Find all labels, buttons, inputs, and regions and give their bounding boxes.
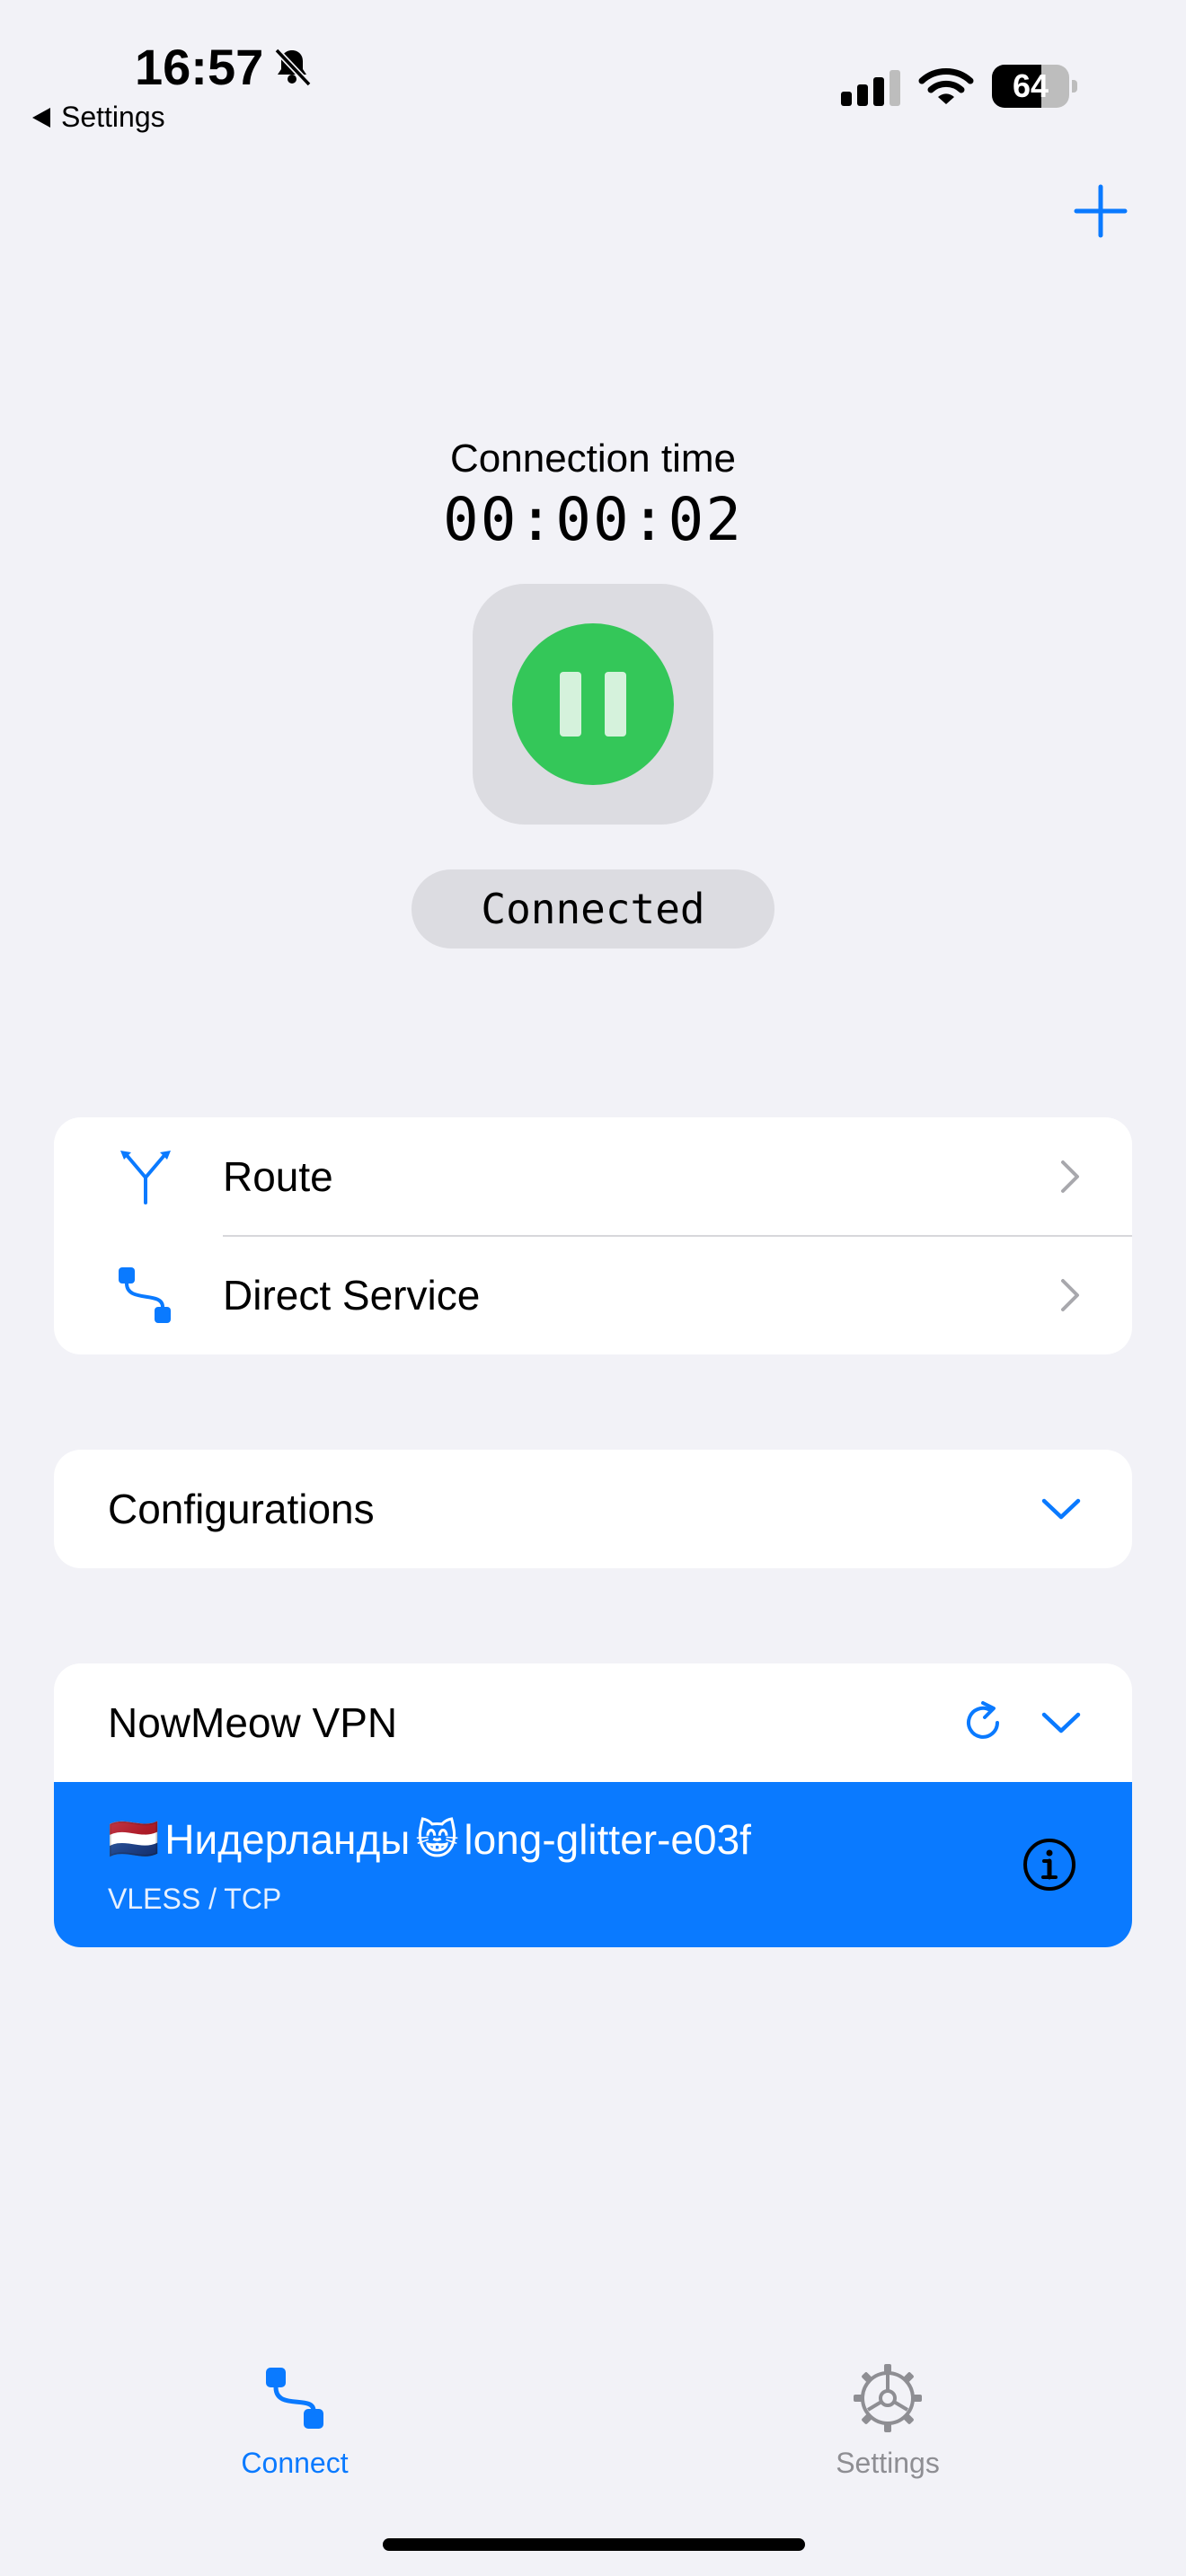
tab-settings-label: Settings xyxy=(836,2447,940,2479)
connect-toggle-button[interactable] xyxy=(512,623,674,785)
back-to-settings[interactable]: Settings xyxy=(32,101,165,134)
connection-status-badge: Connected xyxy=(412,869,774,948)
plus-icon[interactable] xyxy=(1069,180,1132,243)
home-indicator xyxy=(383,2538,805,2551)
refresh-icon[interactable] xyxy=(960,1699,1006,1746)
flag-icon: 🇳🇱 xyxy=(108,1815,160,1862)
server-title: 🇳🇱 Нидерланды 😸 long-glitter-e03f xyxy=(108,1814,751,1864)
status-time: 16:57 xyxy=(135,39,264,95)
tab-settings[interactable]: Settings xyxy=(753,2362,1022,2480)
pause-icon xyxy=(560,672,581,737)
direct-service-row[interactable]: Direct Service xyxy=(54,1236,1132,1354)
back-label: Settings xyxy=(61,101,165,133)
server-tag: long-glitter-e03f xyxy=(464,1815,751,1863)
connect-icon xyxy=(266,2368,323,2429)
gear-icon xyxy=(854,2364,922,2432)
wifi-icon xyxy=(918,68,974,104)
chevron-down-icon[interactable] xyxy=(1040,1496,1082,1522)
route-label: Route xyxy=(223,1153,333,1200)
subscription-name: NowMeow VPN xyxy=(108,1699,398,1746)
battery-indicator: 64 xyxy=(992,65,1078,108)
cat-emoji-icon: 😸 xyxy=(415,1815,459,1863)
tab-connect[interactable]: Connect xyxy=(160,2362,429,2480)
route-split-icon xyxy=(120,1151,171,1204)
info-icon[interactable] xyxy=(1021,1836,1078,1893)
tab-connect-label: Connect xyxy=(241,2447,349,2479)
connection-time-label: Connection time xyxy=(450,437,736,481)
server-row-selected[interactable]: 🇳🇱 Нидерланды 😸 long-glitter-e03f VLESS … xyxy=(54,1782,1132,1947)
routing-card: Route Direct Service xyxy=(54,1117,1132,1354)
server-protocol: VLESS / TCP xyxy=(108,1883,282,1915)
chevron-down-icon[interactable] xyxy=(1040,1710,1082,1735)
chevron-right-icon xyxy=(1061,1160,1079,1193)
route-row[interactable]: Route xyxy=(54,1117,1132,1236)
server-name: Нидерланды xyxy=(164,1815,411,1863)
configurations-row[interactable]: Configurations xyxy=(54,1450,1132,1568)
bell-slash-icon xyxy=(274,48,312,87)
direct-path-icon xyxy=(119,1267,171,1323)
cellular-signal-icon xyxy=(841,70,900,106)
subscription-card: NowMeow VPN 🇳🇱 Нидерланды 😸 long-glitter… xyxy=(54,1663,1132,1947)
connection-time-value: 00:00:02 xyxy=(443,485,743,554)
chevron-right-icon xyxy=(1061,1279,1079,1311)
subscription-header[interactable]: NowMeow VPN xyxy=(54,1663,1132,1782)
battery-level: 64 xyxy=(1012,67,1049,104)
configurations-label: Configurations xyxy=(108,1486,375,1532)
back-arrow-icon xyxy=(32,107,50,128)
direct-service-label: Direct Service xyxy=(223,1272,481,1319)
